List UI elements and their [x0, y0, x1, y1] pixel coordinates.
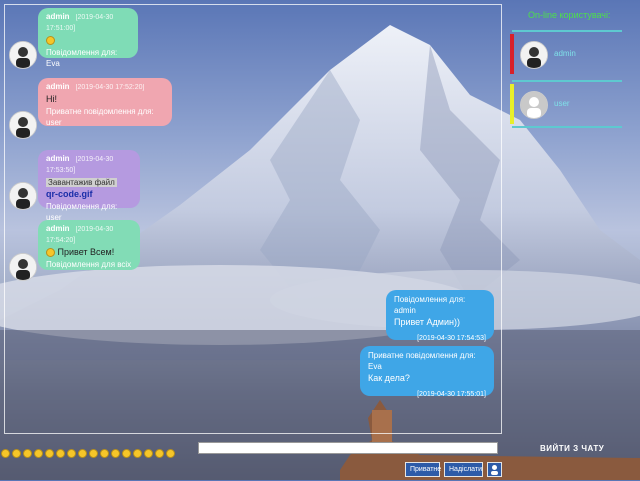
user-avatar-icon — [10, 112, 36, 138]
user-avatar-icon — [10, 254, 36, 280]
smiley-icon[interactable] — [78, 449, 87, 459]
message-text: Привет Админ)) — [394, 317, 460, 327]
outgoing-message-bubble: Приватне повідомлення для: Eva Как дела?… — [360, 346, 494, 398]
divider — [512, 126, 622, 128]
online-user-name: user — [554, 99, 570, 108]
message-author: admin — [46, 12, 70, 21]
message-text: Как дела? — [368, 373, 410, 383]
online-user-user[interactable]: user — [510, 84, 622, 124]
smiley-icon[interactable] — [122, 449, 131, 459]
smiley-icon[interactable] — [89, 449, 98, 459]
message-recipient: Приватне повідомлення для: user — [46, 107, 154, 127]
user-status-bar — [510, 84, 514, 124]
message-time: [2019-04-30 17:54:53] — [417, 335, 486, 342]
user-avatar-icon — [10, 183, 36, 209]
file-upload-note: Завантажив файл — [46, 178, 117, 187]
smiley-icon[interactable] — [56, 449, 65, 459]
avatar — [520, 91, 548, 119]
send-button[interactable]: Надіслати — [444, 462, 483, 477]
message-time: [2019-04-30 17:55:01] — [417, 391, 486, 398]
online-users-title: On-line користувачі: — [528, 10, 611, 20]
message-recipient: Повідомлення для всіх — [46, 260, 132, 269]
smiley-icon — [46, 36, 55, 46]
smiley-icon[interactable] — [133, 449, 142, 459]
smiley-icon[interactable] — [144, 449, 153, 459]
outgoing-message-bubble: Повідомлення для: admin Привет Админ)) [… — [386, 290, 494, 342]
smiley-icon[interactable] — [23, 449, 32, 459]
message-bubble: admin [2019-04-30 17:51:00] Повідомлення … — [38, 8, 138, 68]
avatar — [9, 111, 37, 139]
message-bubble: admin [2019-04-30 17:53:50] Завантажив фа… — [38, 150, 140, 222]
message-time: [2019-04-30 17:52:20] — [75, 84, 145, 91]
message-input[interactable] — [198, 442, 498, 454]
smiley-icon[interactable] — [67, 449, 76, 459]
default-avatar-icon — [521, 92, 547, 118]
smiley-icon[interactable] — [34, 449, 43, 459]
message-author: admin — [46, 224, 70, 233]
smiley-icon[interactable] — [155, 449, 164, 459]
message-recipient: Повідомлення для: admin — [394, 295, 466, 315]
online-user-admin[interactable]: admin — [510, 34, 622, 74]
user-avatar-icon — [521, 42, 547, 68]
divider — [512, 80, 622, 82]
message-bubble: admin [2019-04-30 17:52:20] Hi! Приватне … — [38, 78, 172, 127]
emoji-picker[interactable] — [1, 445, 177, 459]
user-avatar-icon — [10, 42, 36, 68]
message-author: admin — [46, 154, 70, 163]
smiley-icon[interactable] — [100, 449, 109, 459]
online-user-name: admin — [554, 49, 576, 58]
user-select-button[interactable] — [487, 462, 502, 477]
user-icon — [491, 465, 498, 475]
message-recipient: Повідомлення для: Eva — [46, 48, 118, 68]
avatar — [9, 182, 37, 210]
smiley-icon — [46, 248, 55, 258]
avatar — [9, 41, 37, 69]
avatar — [9, 253, 37, 281]
private-button[interactable]: Приватне — [405, 462, 441, 477]
message-author: admin — [46, 82, 70, 91]
message-bubble: admin [2019-04-30 17:54:20] Привет Всем! … — [38, 220, 140, 270]
smiley-icon[interactable] — [12, 449, 21, 459]
smiley-icon[interactable] — [1, 449, 10, 459]
smiley-icon[interactable] — [166, 449, 175, 459]
avatar — [520, 41, 548, 69]
message-text: Привет Всем! — [57, 247, 115, 257]
user-status-bar — [510, 34, 514, 74]
message-recipient: Приватне повідомлення для: Eva — [368, 351, 476, 371]
smiley-icon[interactable] — [111, 449, 120, 459]
exit-chat-link[interactable]: ВИЙТИ З ЧАТУ — [540, 444, 604, 453]
message-text: Hi! — [46, 94, 57, 104]
file-link[interactable]: qr-code.gif — [46, 189, 93, 199]
divider — [512, 30, 622, 32]
smiley-icon[interactable] — [45, 449, 54, 459]
